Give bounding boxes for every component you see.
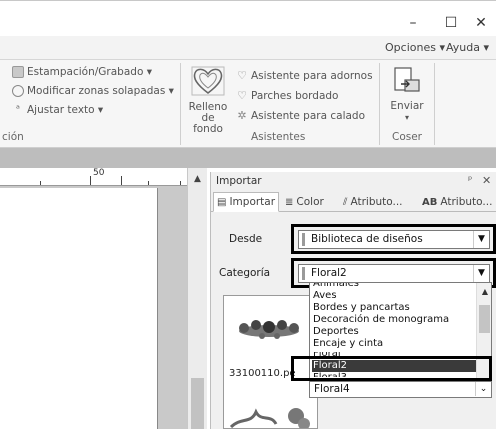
ribbon: Estampación/Grabado ▾ Modificar zonas so… bbox=[0, 60, 496, 148]
asistente-adornos-button[interactable]: ♡ Asistente para adornos bbox=[236, 68, 373, 84]
separator bbox=[434, 63, 435, 145]
group-label-coser: Coser bbox=[392, 131, 423, 143]
ruler-number: 50 bbox=[93, 168, 105, 178]
ruler-tick bbox=[121, 176, 122, 185]
enviar-button[interactable]: Enviar ▾ bbox=[387, 66, 427, 126]
dropdown-item[interactable]: Bordes y pancartas bbox=[312, 302, 476, 314]
maximize-button[interactable]: ☐ bbox=[441, 13, 461, 33]
scroll-up-icon[interactable]: ▲ bbox=[479, 287, 491, 296]
heart-icon: ♡ bbox=[237, 69, 247, 82]
desde-value: Biblioteca de diseños bbox=[311, 233, 423, 245]
ruler-tick bbox=[148, 181, 149, 185]
group-label-asistentes: Asistentes bbox=[251, 131, 306, 143]
modificar-button[interactable]: Modificar zonas solapadas ▾ bbox=[12, 83, 174, 99]
tab-color[interactable]: ≣ Color bbox=[282, 192, 327, 212]
tab-atributo-text[interactable]: AB Atributo... bbox=[419, 192, 495, 212]
highlight-frame bbox=[291, 356, 492, 381]
dropdown-item[interactable]: Deportes bbox=[312, 326, 476, 338]
send-icon bbox=[394, 67, 420, 92]
chevron-down-icon: ▾ bbox=[404, 113, 409, 122]
stitch-icon: ⫽ bbox=[343, 196, 348, 208]
text-fit-icon: ᵃ bbox=[16, 104, 20, 115]
tab-importar[interactable]: ▤ Importar bbox=[213, 192, 280, 212]
tab-importar-label: Importar bbox=[229, 196, 276, 208]
chevron-down-icon[interactable]: ▼ bbox=[473, 265, 489, 282]
toolbar-strip bbox=[0, 148, 496, 168]
categoria-value: Floral2 bbox=[311, 267, 347, 279]
tab-atributo-label-2: Atributo... bbox=[440, 196, 493, 208]
ruler-tick bbox=[40, 181, 41, 185]
tab-ayuda[interactable]: Ayuda ▾ bbox=[446, 41, 489, 54]
panel-title: Importar bbox=[216, 175, 262, 187]
cutwork-icon: ✲ bbox=[237, 109, 247, 122]
desde-select[interactable]: Biblioteca de diseños ▼ bbox=[298, 230, 490, 249]
combo-bar bbox=[302, 267, 305, 280]
vertical-scrollbar[interactable]: ▲ bbox=[187, 168, 207, 429]
panel-tabs: ▤ Importar ≣ Color ⫽ Atributo... AB Atri… bbox=[211, 190, 496, 212]
floral-design-thumbnail[interactable] bbox=[234, 316, 304, 346]
separator bbox=[180, 63, 181, 145]
modificar-label: Modificar zonas solapadas ▾ bbox=[27, 85, 174, 97]
desde-label: Desde bbox=[229, 233, 263, 245]
separator bbox=[379, 63, 380, 145]
patch-heart-icon: ♡ bbox=[237, 89, 247, 102]
horizontal-ruler: 50 bbox=[0, 168, 187, 186]
pin-icon[interactable]: ᵖ bbox=[468, 175, 472, 186]
design-page bbox=[0, 188, 158, 429]
dropdown-item[interactable]: Animales bbox=[312, 283, 476, 290]
close-button[interactable]: ✕ bbox=[471, 13, 491, 33]
stamp-icon bbox=[12, 66, 24, 78]
enviar-label: Enviar bbox=[390, 100, 424, 112]
asistente-calado-button[interactable]: ✲ Asistente para calado bbox=[236, 108, 365, 124]
ruler-tick bbox=[180, 181, 181, 185]
ruler-tick bbox=[90, 176, 91, 185]
design-canvas[interactable]: 50 ▲ bbox=[0, 168, 207, 429]
dropdown-item-label: Floral4 bbox=[314, 383, 350, 395]
parches-label: Parches bordado bbox=[251, 90, 339, 102]
scroll-up-icon[interactable]: ▲ bbox=[190, 172, 205, 186]
relleno-label-2: de fondo bbox=[193, 112, 223, 135]
minimize-button[interactable]: – bbox=[403, 13, 423, 33]
tab-color-label: Color bbox=[296, 196, 324, 208]
scroll-thumb[interactable] bbox=[191, 378, 204, 429]
asistente-calado-label: Asistente para calado bbox=[251, 110, 366, 122]
estampacion-button[interactable]: Estampación/Grabado ▾ bbox=[12, 64, 152, 80]
tab-atributo-label-1: Atributo... bbox=[350, 196, 403, 208]
combo-bar bbox=[302, 233, 305, 246]
dropdown-item[interactable]: Encaje y cinta bbox=[312, 338, 476, 350]
dropdown-item[interactable]: Decoración de monograma bbox=[312, 314, 476, 326]
tab-atributo-stitch[interactable]: ⫽ Atributo... bbox=[340, 192, 406, 212]
overlap-icon bbox=[12, 85, 24, 97]
chevron-down-icon[interactable]: ▼ bbox=[473, 231, 489, 248]
ribbon-tab-row: Opciones ▾ Ayuda ▾ bbox=[0, 36, 496, 60]
design-filename: 33100110.pe bbox=[229, 368, 296, 379]
title-bar: – ☐ ✕ bbox=[0, 0, 496, 36]
chevron-down-icon[interactable]: ⌄ bbox=[475, 382, 491, 396]
tab-opciones[interactable]: Opciones ▾ bbox=[385, 41, 445, 54]
floral-design-thumbnail[interactable] bbox=[226, 402, 316, 429]
categoria-select[interactable]: Floral2 ▼ bbox=[298, 264, 490, 283]
text-ab-icon: AB bbox=[422, 196, 438, 208]
import-panel: Importar ᵖ ✕ ▤ Importar ≣ Color ⫽ Atribu… bbox=[210, 172, 496, 429]
scroll-thumb[interactable] bbox=[479, 305, 490, 333]
estampacion-label: Estampación/Grabado ▾ bbox=[27, 66, 152, 78]
asistente-adornos-label: Asistente para adornos bbox=[251, 70, 373, 82]
relleno-fondo-button[interactable]: Relleno de fondo bbox=[186, 64, 230, 135]
ajustar-button[interactable]: ᵃ Ajustar texto ▾ bbox=[12, 102, 103, 118]
parches-button[interactable]: ♡ Parches bordado bbox=[236, 88, 339, 104]
dropdown-item-last[interactable]: Floral4 ⌄ bbox=[309, 382, 492, 398]
ajustar-label: Ajustar texto ▾ bbox=[27, 104, 104, 116]
heart-fill-icon bbox=[191, 66, 225, 96]
panel-close-icon[interactable]: ✕ bbox=[482, 174, 491, 187]
thread-icon: ≣ bbox=[285, 196, 294, 208]
dropdown-item[interactable]: Aves bbox=[312, 290, 476, 302]
categoria-label: Categoría bbox=[219, 267, 271, 279]
import-icon: ▤ bbox=[217, 196, 227, 208]
group-label-left: ción bbox=[2, 131, 24, 143]
